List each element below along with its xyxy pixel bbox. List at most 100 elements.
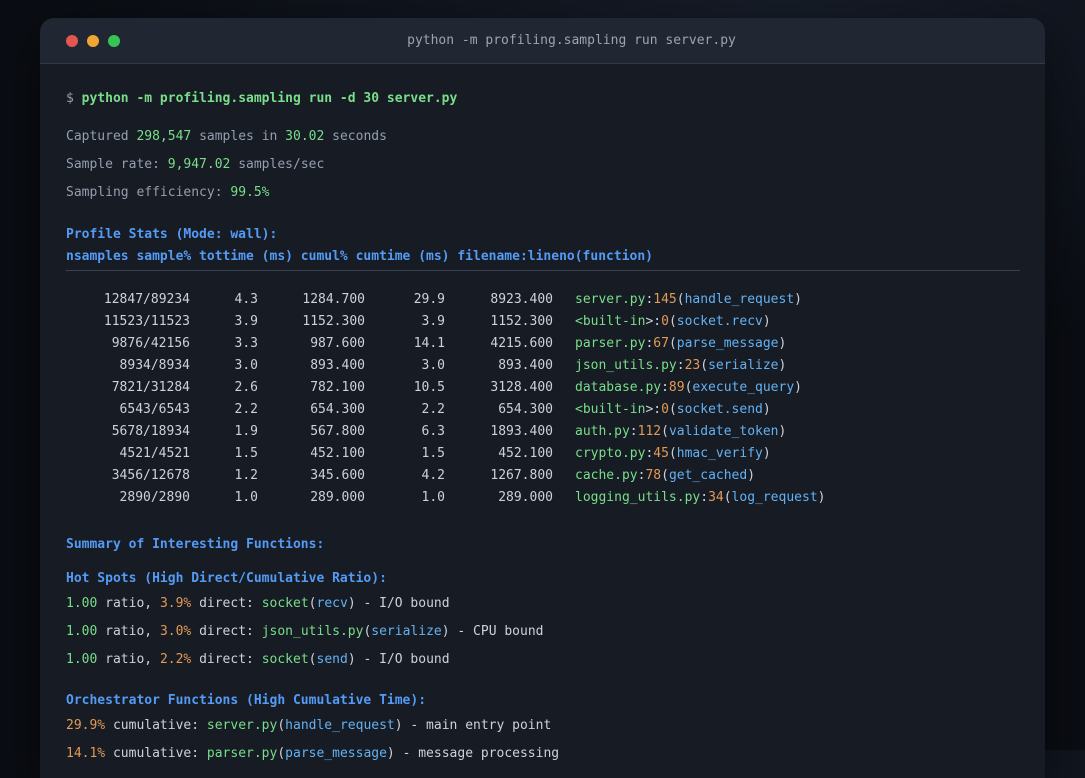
table-cell: 5678/18934 bbox=[111, 424, 190, 439]
text-segment: validate_token bbox=[668, 424, 779, 439]
table-row: 8934/8934 3.0 893.400 3.0 893.400 json_utils.… bbox=[66, 355, 1020, 377]
close-button[interactable] bbox=[66, 34, 78, 47]
table-cell: 1267.800 bbox=[490, 468, 553, 483]
table-cell: 6543/6543 bbox=[119, 402, 190, 417]
table-cell-filename: cache.py:78(get_cached) bbox=[575, 468, 755, 483]
text-segment: <built-in bbox=[575, 402, 646, 417]
text-segment: ) bbox=[778, 336, 787, 351]
text-segment: serialize bbox=[708, 358, 779, 373]
text-segment: 145 bbox=[653, 292, 677, 307]
table-cell-filename: server.py:145(handle_request) bbox=[575, 292, 802, 307]
minimize-button[interactable] bbox=[87, 34, 99, 47]
table-cell: 4215.600 bbox=[490, 336, 553, 351]
sampling-efficiency-line: Sampling efficiency: 99.5% bbox=[66, 182, 1020, 204]
text-segment: cache.py bbox=[575, 468, 638, 483]
table-row: 9876/42156 3.3 987.600 14.1 4215.600 parser.p… bbox=[66, 333, 1020, 355]
text-segment: log_request bbox=[731, 490, 818, 505]
text-segment: logging_utils.py bbox=[575, 490, 701, 505]
text-segment: : bbox=[676, 358, 685, 373]
text-segment: 1.00 bbox=[66, 596, 98, 611]
table-row: 5678/18934 1.9 567.800 6.3 1893.400 auth.py:1… bbox=[66, 421, 1020, 443]
terminal-window: python -m profiling.sampling run server.… bbox=[40, 18, 1045, 778]
text-segment: database.py bbox=[575, 380, 662, 395]
text-segment: : bbox=[700, 490, 709, 505]
text-segment: Sample rate: bbox=[66, 157, 168, 172]
text-segment: socket.send bbox=[676, 402, 763, 417]
sample-rate-line: Sample rate: 9,947.02 samples/sec bbox=[66, 154, 1020, 176]
hot-spots-title: Hot Spots (High Direct/Cumulative Ratio)… bbox=[66, 571, 387, 586]
terminal-output[interactable]: $ python -m profiling.sampling run -d 30… bbox=[40, 64, 1045, 765]
table-cell-filename: <built-in>:0(socket.recv) bbox=[575, 314, 771, 329]
orchestrator-list: 29.9% cumulative: server.py(handle_reque… bbox=[66, 715, 1020, 765]
table-cell: 3128.400 bbox=[490, 380, 553, 395]
text-segment: ratio, bbox=[97, 596, 160, 611]
table-cell: 2.2 bbox=[234, 402, 258, 417]
table-row: 3456/12678 1.2 345.600 4.2 1267.800 cache.py:… bbox=[66, 465, 1020, 487]
text-segment: samples/sec bbox=[230, 157, 325, 172]
text-segment: parse_message bbox=[285, 746, 387, 761]
stats-column-header: nsamples sample% tottime (ms) cumul% cum… bbox=[66, 249, 653, 264]
text-segment: ) bbox=[817, 490, 826, 505]
text-segment: send bbox=[316, 652, 348, 667]
text-segment: : bbox=[629, 424, 638, 439]
text-segment: direct: bbox=[191, 596, 262, 611]
text-segment: ) bbox=[347, 652, 356, 667]
text-segment: 2.2% bbox=[159, 652, 192, 667]
text-segment: socket.recv bbox=[676, 314, 763, 329]
table-row: 6543/6543 2.2 654.300 2.2 654.300 <built-in>:… bbox=[66, 399, 1020, 421]
table-cell-filename: json_utils.py:23(serialize) bbox=[575, 358, 786, 373]
text-segment: recv bbox=[316, 596, 348, 611]
text-segment: 9,947.02 bbox=[167, 157, 231, 172]
text-segment: handle_request bbox=[285, 718, 395, 733]
table-cell: 11523/11523 bbox=[103, 314, 190, 329]
maximize-button[interactable] bbox=[108, 34, 120, 47]
table-cell: 1.2 bbox=[234, 468, 258, 483]
table-cell: 987.600 bbox=[310, 336, 365, 351]
table-cell: 9876/42156 bbox=[111, 336, 190, 351]
table-cell: 4.3 bbox=[234, 292, 258, 307]
table-cell: 3456/12678 bbox=[111, 468, 190, 483]
table-cell: 1.5 bbox=[421, 446, 445, 461]
text-segment: ( bbox=[700, 358, 709, 373]
text-segment: parse_message bbox=[676, 336, 779, 351]
table-cell-filename: crypto.py:45(hmac_verify) bbox=[575, 446, 771, 461]
text-segment: 1.00 bbox=[66, 652, 98, 667]
table-cell: 4.2 bbox=[421, 468, 445, 483]
text-segment: json_utils.py bbox=[575, 358, 677, 373]
hot-spot-line: 1.00 ratio, 3.0% direct: json_utils.py(s… bbox=[66, 621, 1020, 643]
text-segment: ) bbox=[762, 402, 771, 417]
table-cell: 1.9 bbox=[234, 424, 258, 439]
table-cell: 1152.300 bbox=[490, 314, 553, 329]
table-row: 2890/2890 1.0 289.000 1.0 289.000 logging_uti… bbox=[66, 487, 1020, 509]
text-segment: hmac_verify bbox=[676, 446, 763, 461]
table-cell: 8923.400 bbox=[490, 292, 553, 307]
text-segment: $ bbox=[66, 91, 82, 106]
table-cell: 2.2 bbox=[421, 402, 445, 417]
table-cell: 893.400 bbox=[498, 358, 553, 373]
text-segment: 23 bbox=[684, 358, 701, 373]
table-cell: 289.000 bbox=[310, 490, 365, 505]
table-row: 12847/89234 4.3 1284.700 29.9 8923.400 server… bbox=[66, 289, 1020, 311]
text-segment: ) bbox=[386, 746, 395, 761]
text-segment: cumulative: bbox=[105, 746, 207, 761]
profile-stats-title: Profile Stats (Mode: wall): bbox=[66, 227, 278, 242]
hot-spot-line: 1.00 ratio, 3.9% direct: socket(recv) - … bbox=[66, 593, 1020, 615]
text-segment: ( bbox=[668, 402, 677, 417]
text-segment: ) bbox=[762, 314, 771, 329]
captured-samples-line: Captured 298,547 samples in 30.02 second… bbox=[66, 126, 1020, 148]
text-segment: 3.0% bbox=[159, 624, 192, 639]
text-segment: ) bbox=[778, 424, 787, 439]
text-segment: 0 bbox=[661, 314, 669, 329]
text-segment: ratio, bbox=[97, 652, 160, 667]
text-segment: execute_query bbox=[692, 380, 795, 395]
table-cell: 1893.400 bbox=[490, 424, 553, 439]
text-segment: ) bbox=[794, 380, 802, 395]
text-segment: ) bbox=[794, 292, 802, 307]
text-segment: handle_request bbox=[684, 292, 795, 307]
text-segment: socket bbox=[261, 652, 309, 667]
text-segment: ( bbox=[668, 336, 677, 351]
text-segment: <built-in bbox=[575, 314, 646, 329]
text-segment: 67 bbox=[653, 336, 669, 351]
orchestrator-line: 14.1% cumulative: parser.py(parse_messag… bbox=[66, 743, 1020, 765]
text-segment: 99.5% bbox=[230, 185, 270, 200]
